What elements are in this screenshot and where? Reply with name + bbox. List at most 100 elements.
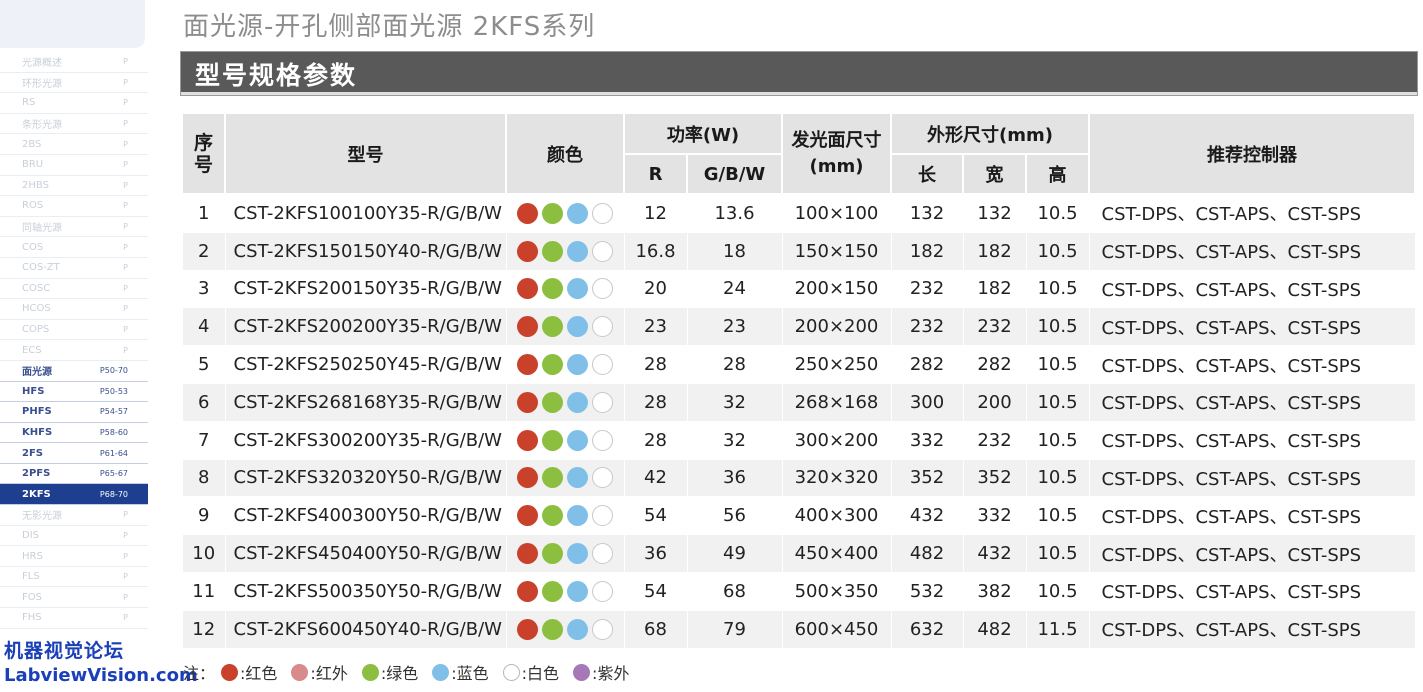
cell-emit-size: 400×300 [782,496,892,536]
sidebar-item[interactable]: COS P [0,237,148,258]
cell-height: 10.5 [1026,534,1090,573]
sidebar-item-label: 2KFS [22,488,51,500]
sidebar-item[interactable]: 无影光源 P [0,505,148,526]
cell-height: 10.5 [1026,496,1090,536]
sidebar-item[interactable]: BRU P [0,155,148,176]
table-row: 10 CST-2KFS450400Y50-R/G/B/W 36 49 450×400 48… [183,534,1416,573]
sidebar-item[interactable]: FOS P [0,587,148,609]
white-dot-icon [592,354,613,376]
red-dot-icon [517,580,538,602]
sidebar-item[interactable]: DIS P [0,526,148,547]
cell-controller: CST-DPS、CST-APS、CST-SPS [1089,232,1416,271]
sidebar-item[interactable]: COPS P [0,320,148,341]
cell-model: CST-2KFS200150Y35-R/G/B/W [225,270,507,309]
sidebar-item-page: P50-70 [99,366,128,376]
sidebar-item-page: P [123,119,128,129]
white-dot-icon [592,316,613,338]
sidebar-item[interactable]: 2FS P61-64 [0,443,148,464]
sidebar-item[interactable]: 面光源 P50-70 [0,361,148,382]
sidebar-item-page: P [123,510,128,520]
cell-emit-size: 300×200 [782,421,892,460]
sidebar-item-page: P [123,263,128,273]
sidebar-item[interactable]: 2HBS P [0,176,148,197]
cell-width: 352 [963,459,1027,498]
cell-emit-size: 100×100 [782,194,892,233]
table-row: 2 CST-2KFS150150Y40-R/G/B/W 16.8 18 150×150 1… [183,232,1416,271]
legend-label: :紫外 [592,664,630,683]
table-row: 6 CST-2KFS268168Y35-R/G/B/W 28 32 268×168 300… [183,383,1416,422]
red-dot-icon [517,429,538,451]
green-dot-icon [542,391,563,413]
legend-dot-icon [502,663,520,681]
cell-width: 282 [963,345,1027,384]
legend-label: :红色 [240,664,278,683]
sidebar-item[interactable]: COSC P [0,279,148,300]
blue-dot-icon [567,505,588,527]
cell-length: 232 [891,307,964,347]
sidebar-item-label: COSC [22,282,51,294]
sidebar-item[interactable]: 条形光源 P [0,114,148,135]
sidebar-item[interactable]: HCOS P [0,299,148,320]
sidebar-item[interactable]: FHS P [0,608,148,629]
sidebar-item-label: 环形光源 [22,78,62,90]
section-title: 型号规格参数 [195,61,358,90]
cell-power-gbw: 36 [687,459,783,498]
sidebar-item-page: P68-70 [99,489,128,499]
sidebar-item[interactable]: 光源概述 P [0,52,148,73]
cell-color [506,496,625,536]
cell-power-gbw: 68 [687,572,783,611]
sidebar-item[interactable]: 2BS P [0,134,148,155]
cell-power-gbw: 28 [687,345,783,384]
cell-no: 4 [183,307,226,347]
sidebar-top-tab[interactable] [0,0,145,48]
green-dot-icon [542,240,563,262]
sidebar-item-page: P58-60 [99,427,128,437]
sidebar-item-label: COS [22,241,44,253]
sidebar-item[interactable]: COS-ZT P [0,258,148,279]
cell-power-gbw: 32 [687,421,783,460]
white-dot-icon [592,429,613,451]
sidebar-item-page: P54-57 [99,407,128,417]
red-dot-icon [517,354,538,376]
sidebar-item-label: RS [22,97,36,109]
sidebar-item[interactable]: RS P [0,93,148,114]
blue-dot-icon [567,202,588,224]
sidebar-item[interactable]: ECS P [0,340,148,361]
sidebar-item[interactable]: 环形光源 P [0,73,148,94]
cell-no: 8 [183,459,226,498]
cell-length: 182 [891,232,964,271]
sidebar-item[interactable]: FLS P [0,567,148,588]
white-dot-icon [592,505,613,527]
sidebar-item-label: 无影光源 [22,511,62,523]
sidebar-item[interactable]: HRS P [0,546,148,567]
cell-width: 432 [963,534,1027,573]
cell-length: 432 [891,496,964,536]
sidebar-item-page: P [123,222,128,232]
cell-model: CST-2KFS100100Y35-R/G/B/W [225,194,507,233]
sidebar-item[interactable]: 同轴光源 P [0,217,148,238]
green-dot-icon [542,316,563,338]
sidebar-item[interactable]: PHFS P54-57 [0,402,148,423]
cell-no: 10 [183,534,226,573]
sidebar-item[interactable]: KHFS P58-60 [0,423,148,444]
header-height: 高 [1026,154,1090,195]
sidebar-item[interactable]: 2KFS P68-70 [0,484,148,506]
sidebar-item[interactable]: HFS P50-53 [0,382,148,403]
cell-power-r: 16.8 [624,232,688,271]
cell-length: 482 [891,534,964,573]
sidebar-item-label: KHFS [22,426,53,438]
green-dot-icon [542,354,563,376]
cell-power-r: 12 [624,194,688,233]
legend-label: :绿色 [380,664,419,683]
sidebar-item[interactable]: ROS P [0,196,148,217]
cell-length: 332 [891,421,964,460]
green-dot-icon [542,202,563,224]
sidebar-item-label: FHS [22,612,42,624]
header-length: 长 [891,154,964,195]
header-no: 序号 [183,114,226,195]
sidebar-item[interactable]: 2PFS P65-67 [0,464,148,485]
sidebar-item-page: P [123,592,128,602]
watermark: 机器视觉论坛 LabviewVision.com [4,636,198,686]
sidebar-list: 光源概述 P 环形光源 P RS P 条形光源 P 2BS P BRU P 2HBS P ROS P 同轴光源 P… [0,52,148,629]
white-dot-icon [592,580,613,602]
